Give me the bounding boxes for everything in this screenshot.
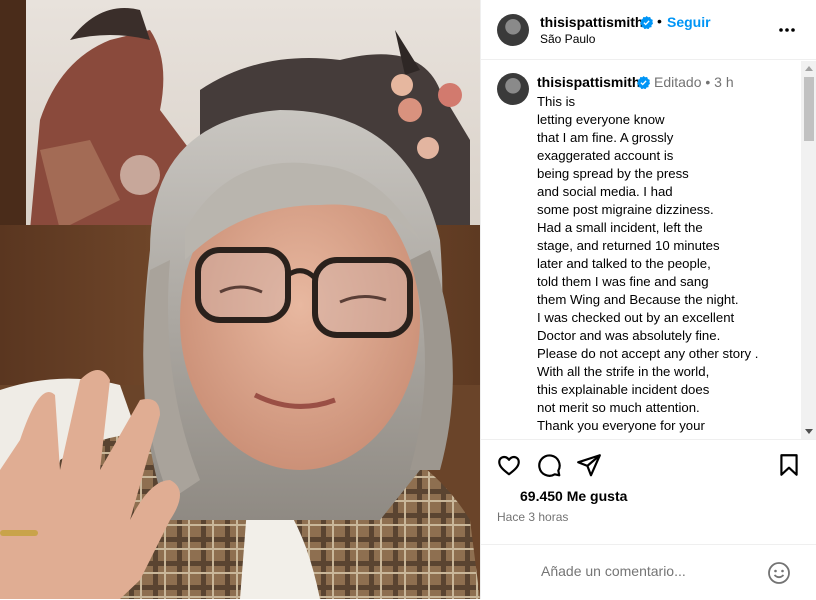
post-actions: 69.450 Me gusta Hace 3 horas [481, 439, 816, 599]
post-header: thisispattismith • Seguir São Paulo [481, 0, 816, 60]
caption-scrollbar[interactable] [801, 61, 816, 439]
edited-timestamp: Editado • 3 h [654, 74, 734, 90]
caption-line: Doctor and was absolutely fine. [537, 328, 721, 343]
header-username[interactable]: thisispattismith [540, 14, 643, 30]
caption-container: thisispattismith Editado • 3 h This is l… [481, 61, 801, 439]
header-separator: • [657, 13, 662, 29]
verified-badge-icon [640, 16, 653, 29]
caption-line: not merit so much attention. [537, 400, 700, 415]
comment-bar [481, 544, 816, 600]
caption-line: being spread by the press [537, 166, 689, 181]
caption-line: I was checked out by an excellent [537, 310, 735, 325]
caption-avatar[interactable] [497, 73, 529, 105]
scroll-up-arrow-icon[interactable] [805, 66, 813, 71]
caption-verified-badge-icon [637, 76, 650, 89]
more-horizontal-icon[interactable] [777, 20, 797, 40]
caption-line: This is [537, 94, 576, 109]
follow-button[interactable]: Seguir [667, 14, 711, 30]
caption-line: this explainable incident does [537, 382, 710, 397]
post-sidebar: thisispattismith • Seguir São Paulo this… [480, 0, 816, 599]
heart-icon[interactable] [496, 452, 522, 478]
caption-line: and social media. I had [537, 184, 673, 199]
instagram-post-dialog: thisispattismith • Seguir São Paulo this… [0, 0, 816, 599]
post-time[interactable]: Hace 3 horas [497, 510, 568, 524]
caption-line: some post migraine dizziness. [537, 202, 714, 217]
post-location[interactable]: São Paulo [540, 32, 595, 46]
comment-icon[interactable] [536, 452, 562, 478]
emoji-icon[interactable] [767, 561, 791, 585]
caption-line: Had a small incident, left the [537, 220, 703, 235]
profile-avatar[interactable] [497, 14, 529, 46]
caption-text: This is letting everyone know that I am … [537, 93, 787, 435]
caption-line: Please do not accept any other story . [537, 346, 759, 361]
caption-line: that I am fine. A grossly [537, 130, 674, 145]
caption-line: told them I was fine and sang [537, 274, 709, 289]
bookmark-icon[interactable] [776, 452, 802, 478]
caption-line: letting everyone know [537, 112, 665, 127]
scrollbar-thumb[interactable] [804, 77, 814, 141]
caption-line: exaggerated account is [537, 148, 674, 163]
caption-line: later and talked to the people, [537, 256, 711, 271]
scroll-down-arrow-icon[interactable] [805, 429, 813, 434]
caption-line: stage, and returned 10 minutes [537, 238, 720, 253]
photo-illustration [0, 0, 480, 599]
post-photo[interactable] [0, 0, 480, 599]
caption-line: Thank you everyone for your [537, 418, 705, 433]
comment-input[interactable] [541, 563, 761, 579]
likes-count[interactable]: 69.450 Me gusta [520, 488, 627, 504]
caption-username[interactable]: thisispattismith [537, 74, 640, 90]
caption-line: With all the strife in the world, [537, 364, 710, 379]
send-icon[interactable] [576, 452, 602, 478]
caption-line: them Wing and Because the night. [537, 292, 739, 307]
